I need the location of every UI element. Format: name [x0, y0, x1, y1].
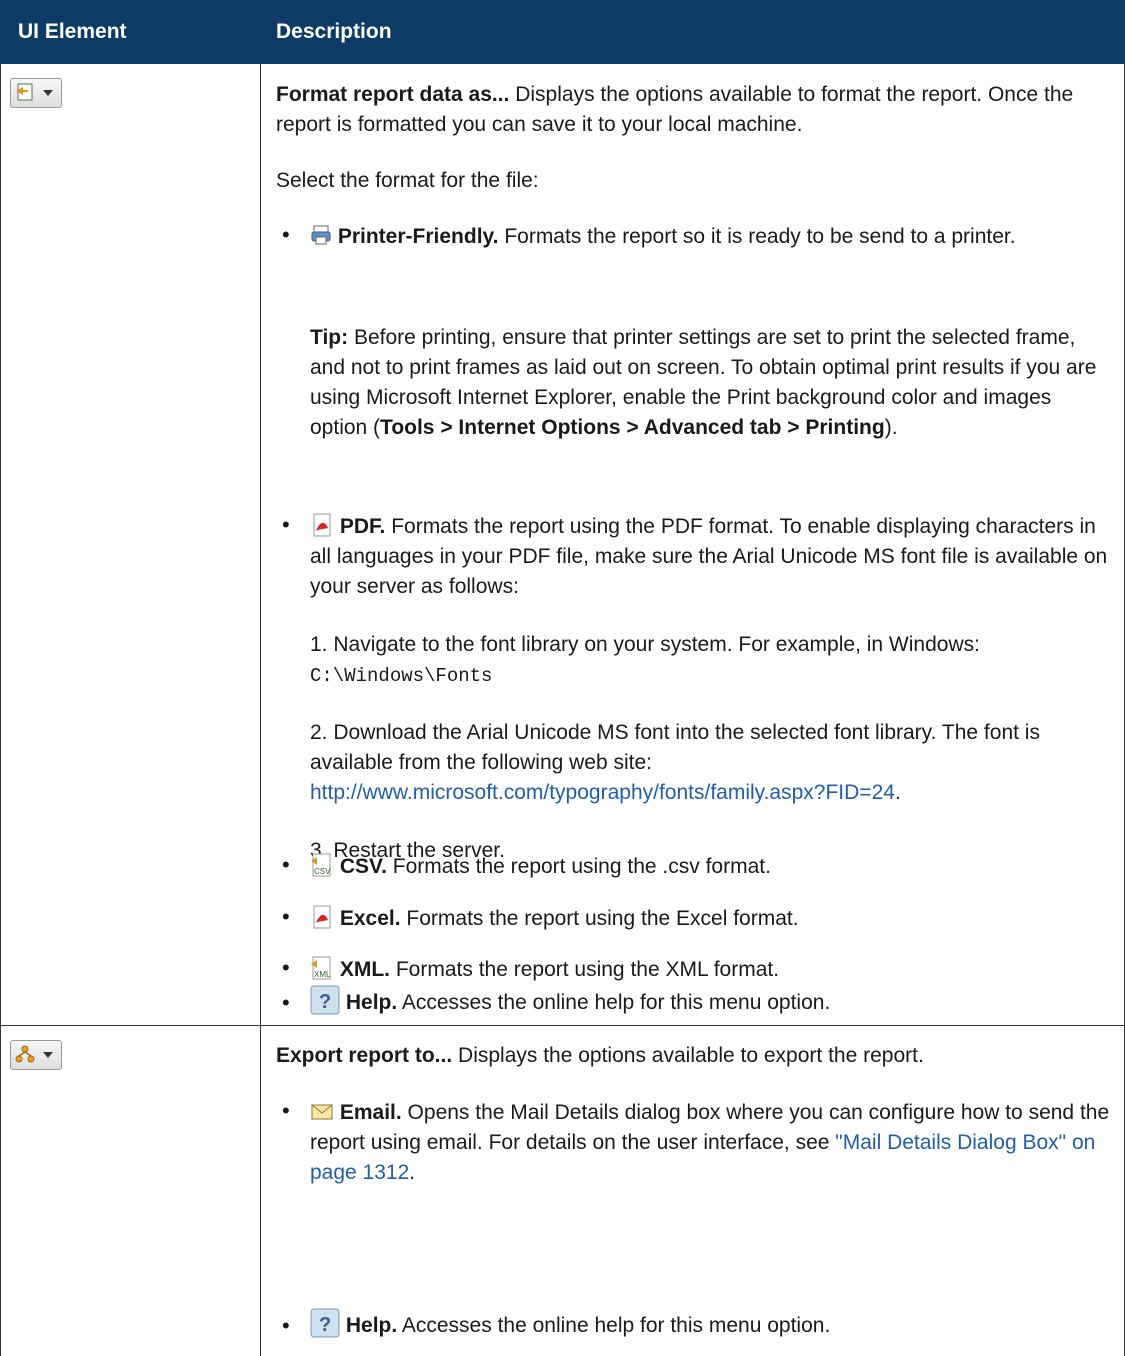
- bullet: •: [282, 990, 290, 1015]
- step-1: 1. Navigate to the font library on your …: [310, 633, 980, 687]
- chevron-down-icon: [43, 90, 53, 96]
- export-report-button[interactable]: [10, 1040, 62, 1070]
- select-format-text: Select the format for the file:: [276, 169, 539, 192]
- font-download-link[interactable]: http://www.microsoft.com/typography/font…: [310, 781, 895, 804]
- header-ui-element: UI Element: [18, 20, 127, 43]
- export-report-icon: [15, 1045, 35, 1063]
- email-item: Email. Opens the Mail Details dialog box…: [310, 1101, 1110, 1184]
- help-icon: ?: [310, 985, 340, 1015]
- xml-icon: XML: [311, 956, 331, 980]
- column-divider: [260, 64, 261, 1356]
- excel-icon: [313, 905, 331, 929]
- header-description: Description: [276, 20, 392, 43]
- svg-text:CSV: CSV: [314, 867, 331, 876]
- pdf-icon: [313, 513, 331, 537]
- svg-text:?: ?: [319, 1314, 331, 1336]
- pdf-item: PDF. Formats the report using the PDF fo…: [310, 513, 1108, 598]
- table-header: UI Element Description: [0, 0, 1125, 64]
- bullet: •: [282, 955, 290, 980]
- bullet: •: [282, 512, 290, 537]
- xml-item: XML XML. Formats the report using the XM…: [310, 955, 1110, 985]
- step-2: 2. Download the Arial Unicode MS font in…: [310, 721, 1040, 804]
- csv-icon: CSV: [311, 853, 331, 877]
- help-item-1: ? Help. Accesses the online help for thi…: [310, 985, 1110, 1018]
- excel-item: Excel. Formats the report using the Exce…: [310, 904, 1110, 934]
- bullet: •: [282, 1098, 290, 1123]
- bullet: •: [282, 904, 290, 929]
- border-left: [0, 64, 1, 1356]
- csv-item: CSV CSV. Formats the report using the .c…: [310, 852, 1110, 882]
- bullet: •: [282, 852, 290, 877]
- printer-friendly-item: Printer-Friendly. Formats the report so …: [310, 222, 1110, 252]
- svg-text:XML: XML: [314, 970, 331, 979]
- bullet: •: [282, 1313, 290, 1338]
- help-icon: ?: [310, 1308, 340, 1338]
- help-item-2: ? Help. Accesses the online help for thi…: [310, 1308, 1110, 1341]
- format-paragraph: Format report data as... Displays the op…: [276, 83, 1074, 136]
- tip-paragraph: Tip: Before printing, ensure that printe…: [310, 326, 1097, 439]
- svg-text:?: ?: [319, 991, 331, 1013]
- row-divider: [0, 1025, 1125, 1026]
- bullet: •: [282, 222, 290, 247]
- printer-icon: [311, 225, 331, 245]
- format-report-icon: [16, 83, 33, 101]
- format-report-button[interactable]: [10, 78, 62, 108]
- export-paragraph: Export report to... Displays the options…: [276, 1044, 924, 1067]
- email-icon: [311, 1104, 333, 1120]
- chevron-down-icon: [43, 1052, 53, 1058]
